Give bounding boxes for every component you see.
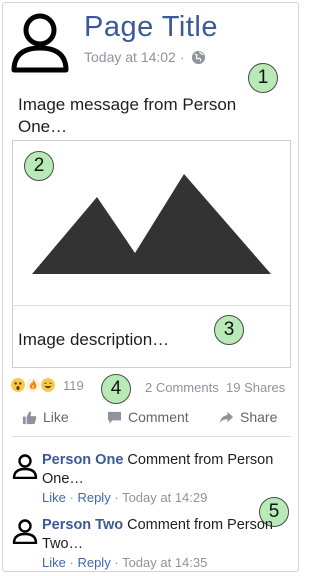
laughing-emoji-icon (40, 377, 56, 393)
comment-label: Comment (128, 409, 189, 425)
page-avatar-icon[interactable] (8, 10, 72, 74)
post-message: Image message from Person One… (18, 95, 237, 136)
image-attachment[interactable]: Image description… (12, 140, 291, 368)
callout-badge-3: 3 (214, 315, 244, 345)
reaction-count: 119 (63, 377, 84, 393)
meta-separator: · (179, 49, 185, 65)
comment-reply-link[interactable]: Reply (77, 555, 110, 570)
comment-separator: · (114, 555, 119, 570)
comment-separator: · (69, 490, 74, 505)
comment-like-link[interactable]: Like (42, 490, 66, 505)
surprised-emoji-icon (10, 377, 26, 393)
action-bar: Like Comment Share (0, 402, 303, 436)
shares-count[interactable]: 19 Shares (226, 380, 285, 395)
speech-bubble-icon (107, 411, 122, 424)
reactions-summary[interactable]: 119 (10, 377, 84, 393)
post-timestamp[interactable]: Today at 14:02 (84, 49, 176, 65)
post-meta: Today at 14:02 · (84, 49, 206, 65)
comment-button[interactable]: Comment (107, 409, 189, 425)
mountains-image-icon (32, 174, 271, 274)
callout-badge-2: 2 (24, 151, 54, 181)
page-title[interactable]: Page Title (84, 11, 218, 44)
comment-actions: Like · Reply · Today at 14:35 (42, 555, 207, 570)
actions-divider (12, 436, 291, 437)
comment-reply-link[interactable]: Reply (77, 490, 110, 505)
callout-badge-4: 4 (101, 374, 131, 404)
share-arrow-icon (219, 411, 234, 423)
comment-timestamp[interactable]: Today at 14:35 (122, 555, 207, 570)
image-divider (13, 305, 290, 306)
commenter-name[interactable]: Person Two (42, 517, 123, 533)
commenter-avatar-icon[interactable] (12, 518, 38, 544)
share-button[interactable]: Share (219, 409, 277, 425)
image-preview[interactable] (13, 141, 290, 305)
comments-count[interactable]: 2 Comments (145, 380, 219, 395)
commenter-name[interactable]: Person One (42, 452, 123, 468)
fire-emoji-icon (25, 377, 41, 393)
callout-badge-1: 1 (248, 63, 278, 93)
comment-separator: · (114, 490, 119, 505)
comment-text: Person Two Comment from Person Two… (42, 516, 282, 554)
comment-text: Person One Comment from Person One… (42, 451, 282, 489)
like-button[interactable]: Like (22, 409, 69, 425)
commenter-avatar-icon[interactable] (12, 453, 38, 479)
share-label: Share (240, 409, 278, 425)
globe-icon (191, 50, 205, 64)
like-label: Like (43, 409, 69, 425)
comment-separator: · (69, 555, 74, 570)
thumbs-up-icon (22, 410, 37, 424)
comment-actions: Like · Reply · Today at 14:29 (42, 490, 207, 505)
comment-like-link[interactable]: Like (42, 555, 66, 570)
comment-timestamp[interactable]: Today at 14:29 (122, 490, 207, 505)
image-description: Image description… (18, 330, 170, 349)
